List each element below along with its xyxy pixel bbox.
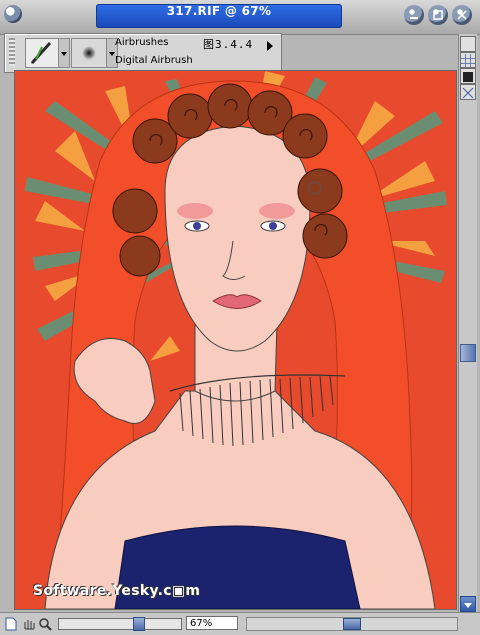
magnifier-icon[interactable]: [38, 616, 52, 631]
brush-tool-icon[interactable]: [25, 38, 59, 68]
perspective-icon[interactable]: [460, 84, 476, 100]
close-button[interactable]: [452, 5, 472, 25]
zoom-level-field[interactable]: 67%: [186, 616, 238, 630]
minimize-button[interactable]: [404, 5, 424, 25]
app-icon[interactable]: [4, 5, 22, 23]
brush-variant-label: Digital Airbrush: [115, 55, 193, 66]
status-bar: 67%: [0, 612, 480, 635]
zoom-slider-knob[interactable]: [133, 617, 145, 631]
color-swatch-icon[interactable]: [460, 68, 476, 84]
window-title: 317.RIF @ 67%: [166, 4, 272, 18]
grabber-hand-icon[interactable]: [22, 616, 36, 630]
brush-category-dropdown[interactable]: [58, 38, 70, 68]
vertical-scroll-thumb[interactable]: [460, 344, 476, 362]
vertical-scrollbar[interactable]: [458, 34, 477, 614]
horizontal-scrollbar[interactable]: [246, 617, 458, 631]
variant-preview-icon[interactable]: [71, 38, 107, 68]
painting-illustration: [15, 71, 456, 609]
maximize-button[interactable]: [428, 5, 448, 25]
tracing-paper-icon[interactable]: [460, 36, 476, 52]
brush-category-label: Airbrushes: [115, 37, 169, 48]
brush-property-bar: Airbrushes Digital Airbrush 图3.4.4: [4, 33, 282, 73]
title-panel: 317.RIF @ 67%: [96, 4, 342, 28]
document-icon[interactable]: [4, 616, 18, 631]
scroll-down-arrow-icon[interactable]: [460, 596, 476, 612]
expand-arrow-icon[interactable]: [265, 38, 275, 57]
zoom-slider[interactable]: [58, 617, 182, 631]
toolbar-grip[interactable]: [9, 38, 15, 66]
window-titlebar[interactable]: 317.RIF @ 67%: [0, 0, 480, 35]
horizontal-scroll-thumb[interactable]: [343, 618, 361, 630]
painting-canvas[interactable]: Software.Yesky.c▣m: [14, 70, 457, 610]
figure-number: 图3.4.4: [203, 38, 254, 51]
grid-icon[interactable]: [460, 52, 476, 68]
watermark-text: Software.Yesky.c▣m: [33, 583, 201, 599]
